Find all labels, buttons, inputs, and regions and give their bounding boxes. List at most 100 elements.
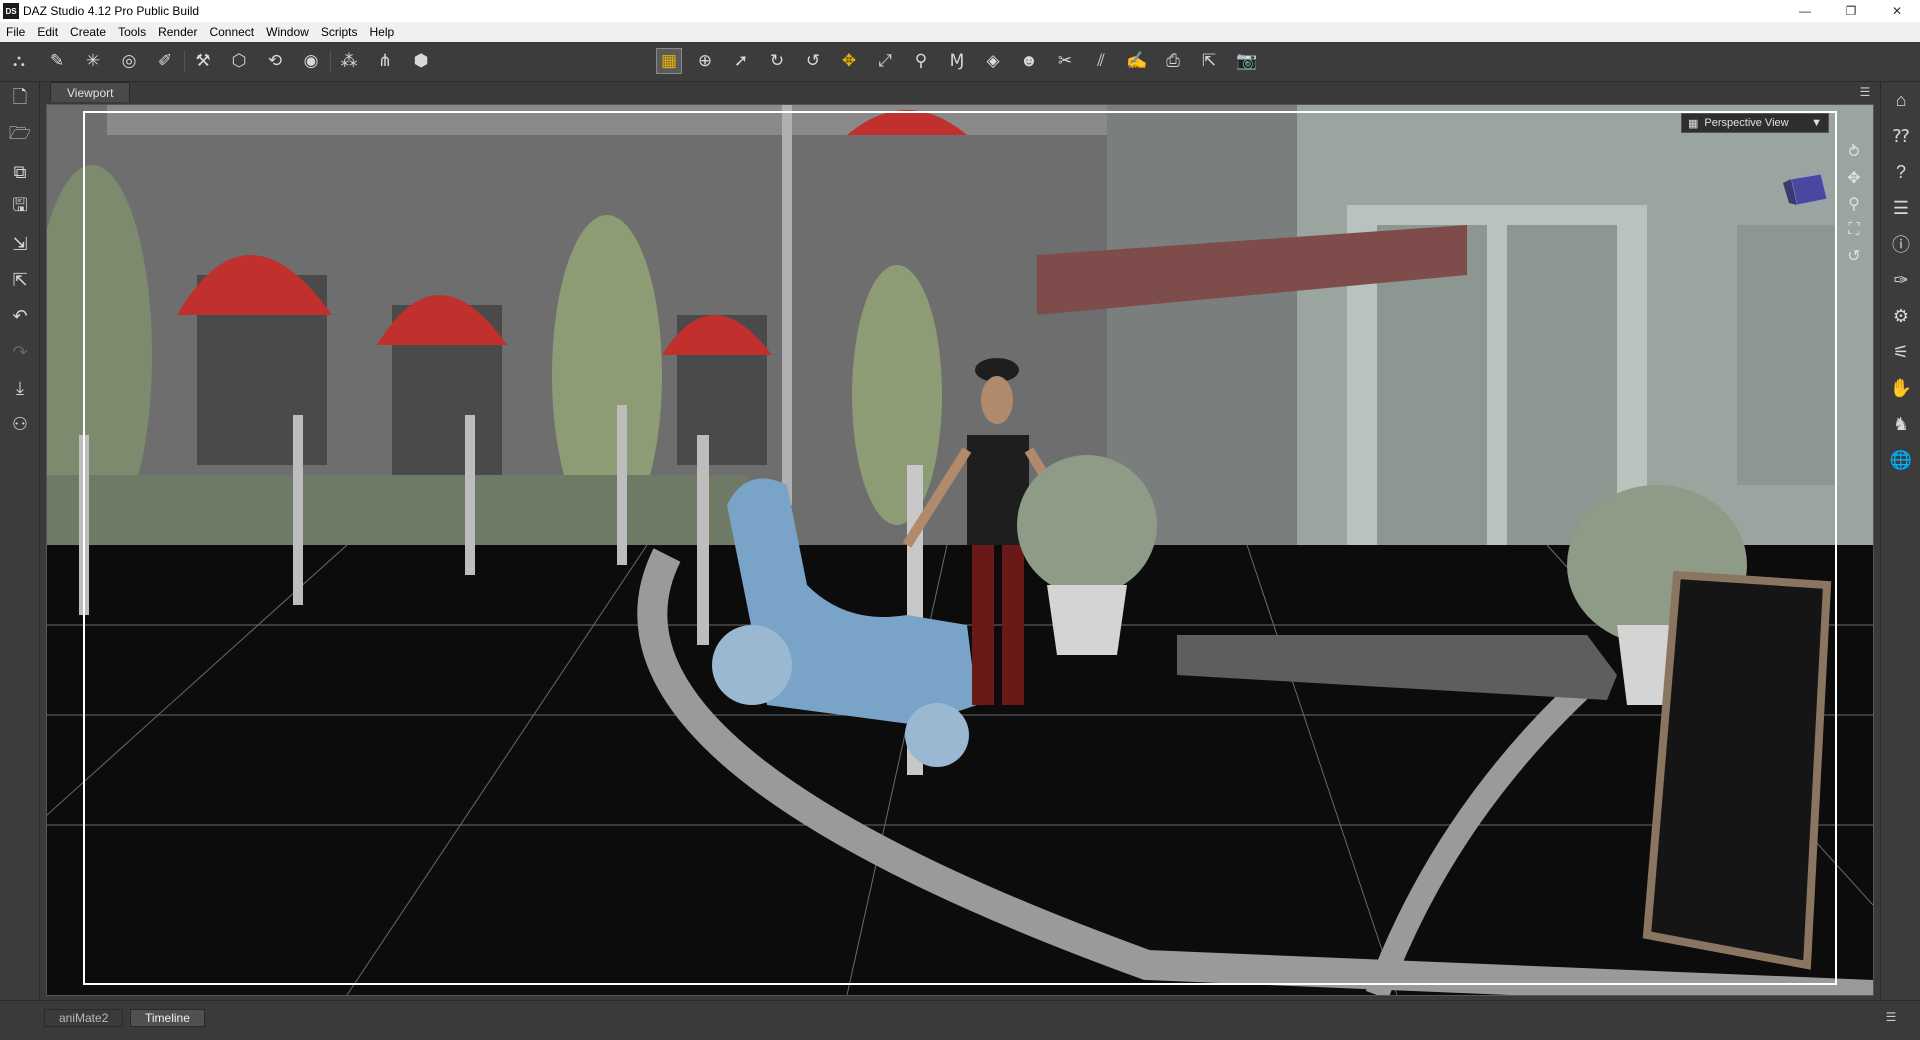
menu-scripts[interactable]: Scripts bbox=[315, 25, 364, 39]
cypress-tree bbox=[852, 265, 942, 525]
home-icon[interactable]: ⌂ bbox=[1887, 86, 1915, 114]
title-bar: DS DAZ Studio 4.12 Pro Public Build — ❐ … bbox=[0, 0, 1920, 22]
spot-tool-icon[interactable]: ⇱ bbox=[1196, 48, 1222, 74]
rotate-node-icon[interactable]: ⟲ bbox=[262, 48, 288, 74]
view-selector-dropdown[interactable]: ▦ Perspective View ▼ bbox=[1681, 113, 1829, 133]
save-icon[interactable]: 🖫 bbox=[6, 194, 34, 222]
figure-setup-icon[interactable]: ⚒ bbox=[190, 48, 216, 74]
new-scene-icon[interactable]: 🗋 bbox=[6, 86, 34, 114]
render-icon[interactable]: 📷 bbox=[1234, 48, 1260, 74]
tab-timeline[interactable]: Timeline bbox=[130, 1009, 205, 1027]
menu-file[interactable]: File bbox=[0, 25, 31, 39]
active-pose-icon[interactable]: ▦ bbox=[656, 48, 682, 74]
frame-icon[interactable]: ⛶ bbox=[1841, 217, 1867, 243]
joint-editor-tool-icon[interactable]: ⚲ bbox=[908, 48, 934, 74]
parameters-icon[interactable]: ⚟ bbox=[1887, 338, 1915, 366]
add-node-icon[interactable]: ⬡ bbox=[226, 48, 252, 74]
tab-animate2[interactable]: aniMate2 bbox=[44, 1009, 124, 1027]
window-title: DAZ Studio 4.12 Pro Public Build bbox=[23, 4, 200, 18]
sandwich-board bbox=[1642, 570, 1832, 970]
spot-render-icon[interactable]: ◉ bbox=[298, 48, 324, 74]
tool-settings-icon[interactable]: ⚙ bbox=[1887, 302, 1915, 330]
zoom-icon[interactable]: ⚲ bbox=[1841, 191, 1867, 217]
cube-icon[interactable]: ⬢ bbox=[408, 48, 434, 74]
node-weight-brush-icon[interactable]: ✍ bbox=[1124, 48, 1150, 74]
render-camera-icon[interactable]: ⎙ bbox=[1160, 48, 1186, 74]
twist-tool-icon[interactable]: ↺ bbox=[800, 48, 826, 74]
menu-edit[interactable]: Edit bbox=[31, 25, 64, 39]
menu-render[interactable]: Render bbox=[152, 25, 203, 39]
right-toolbar: ⌂ ⁇ ? ☰ ⓘ ✑ ⚙ ⚟ ✋ ♞ 🌐 bbox=[1880, 82, 1920, 1002]
bottom-pane: aniMate2 Timeline ☰ bbox=[0, 1000, 1920, 1040]
globe-icon[interactable]: 🌐 bbox=[1887, 446, 1915, 474]
surface-tool-icon[interactable]: ◈ bbox=[980, 48, 1006, 74]
joint-editor-icon[interactable]: ✳ bbox=[80, 48, 106, 74]
pose-icon[interactable]: ♞ bbox=[1887, 410, 1915, 438]
rotate-tool-icon[interactable]: ↻ bbox=[764, 48, 790, 74]
bollard bbox=[79, 435, 89, 615]
surface-selection-icon[interactable]: ✐ bbox=[152, 48, 178, 74]
bone-icon[interactable]: ⋔ bbox=[372, 48, 398, 74]
main-toolbar: ⛬ ✎ ✳ ◎ ✐ ⚒ ⬡ ⟲ ◉ ⁂ ⋔ ⬢ ▦ ⊕ ➚ ↻ ↺ ✥ ⤢ ⚲ … bbox=[0, 42, 1920, 82]
pan-icon[interactable]: ✥ bbox=[1841, 165, 1867, 191]
redo-icon[interactable]: ↷ bbox=[6, 338, 34, 366]
restore-button[interactable]: ❐ bbox=[1828, 0, 1874, 22]
daz-studio-app-icon: DS bbox=[3, 3, 19, 19]
weight-map-brush-icon[interactable]: ⫽ bbox=[1088, 48, 1114, 74]
minimize-button[interactable]: — bbox=[1782, 0, 1828, 22]
menu-bar: File Edit Create Tools Render Connect Wi… bbox=[0, 22, 1920, 42]
brush-icon[interactable]: ✑ bbox=[1887, 266, 1915, 294]
toolbar-separator bbox=[184, 50, 185, 72]
scale-tool-icon[interactable]: ⤢ bbox=[872, 48, 898, 74]
chevron-down-icon: ▼ bbox=[1811, 117, 1822, 129]
planter-pot bbox=[1047, 585, 1127, 655]
scene-icon[interactable]: ⛬ bbox=[6, 48, 32, 74]
scene-render bbox=[47, 105, 1873, 995]
node-weight-icon[interactable]: ✎ bbox=[44, 48, 70, 74]
figure-tool-icon[interactable]: ☻ bbox=[1016, 48, 1042, 74]
info-icon[interactable]: ⓘ bbox=[1887, 230, 1915, 258]
import-icon[interactable]: ⇲ bbox=[6, 230, 34, 258]
geometry-tool-icon[interactable]: Ɱ bbox=[944, 48, 970, 74]
menu-create[interactable]: Create bbox=[64, 25, 112, 39]
layout-grid-icon: ▦ bbox=[1688, 117, 1699, 130]
lamp-post bbox=[782, 105, 792, 505]
panel-menu-icon[interactable]: ☰ bbox=[1856, 84, 1874, 100]
potted-plant bbox=[1017, 455, 1157, 595]
toolbar-separator bbox=[330, 50, 331, 72]
cafe-window bbox=[1737, 225, 1837, 485]
hand-icon[interactable]: ✋ bbox=[1887, 374, 1915, 402]
region-tool-icon[interactable]: ✂ bbox=[1052, 48, 1078, 74]
viewport-pane: Viewport ☰ ▦ Perspective View ▼ ⥁ ✥ ⚲ ⛶ … bbox=[42, 82, 1878, 1000]
left-toolbar: 🗋 🗁 ⧉ 🖫 ⇲ ⇱ ↶ ↷ ⤓ ⚇ bbox=[0, 82, 40, 1002]
panel-menu-icon[interactable]: ☰ bbox=[1882, 1009, 1900, 1025]
menu-help[interactable]: Help bbox=[364, 25, 401, 39]
list-icon[interactable]: ☰ bbox=[1887, 194, 1915, 222]
node-selection-icon[interactable]: ➚ bbox=[728, 48, 754, 74]
view-cube[interactable] bbox=[1781, 169, 1831, 209]
undo-icon[interactable]: ↶ bbox=[6, 302, 34, 330]
tab-viewport[interactable]: Viewport bbox=[50, 82, 131, 102]
geometry-editor-icon[interactable]: ◎ bbox=[116, 48, 142, 74]
whats-this-icon[interactable]: ⁇ bbox=[1887, 122, 1915, 150]
merge-icon[interactable]: ⧉ bbox=[6, 158, 34, 186]
export-icon[interactable]: ⇱ bbox=[6, 266, 34, 294]
menu-connect[interactable]: Connect bbox=[203, 25, 260, 39]
help-icon[interactable]: ? bbox=[1887, 158, 1915, 186]
menu-window[interactable]: Window bbox=[260, 25, 315, 39]
reset-icon[interactable]: ↺ bbox=[1841, 243, 1867, 269]
bollard bbox=[465, 415, 475, 575]
menu-tools[interactable]: Tools bbox=[112, 25, 152, 39]
viewport-3d[interactable]: ▦ Perspective View ▼ ⥁ ✥ ⚲ ⛶ ↺ bbox=[46, 104, 1874, 996]
add-bone-icon[interactable]: ⁂ bbox=[336, 48, 362, 74]
bollard bbox=[617, 405, 627, 565]
bollard bbox=[293, 415, 303, 605]
open-icon[interactable]: 🗁 bbox=[6, 122, 34, 150]
figure-icon[interactable]: ⚇ bbox=[6, 410, 34, 438]
close-button[interactable]: ✕ bbox=[1874, 0, 1920, 22]
translate-tool-icon[interactable]: ✥ bbox=[836, 48, 862, 74]
orbit-icon[interactable]: ⥁ bbox=[1841, 139, 1867, 165]
universal-tool-icon[interactable]: ⊕ bbox=[692, 48, 718, 74]
bollard bbox=[697, 435, 709, 645]
drop-icon[interactable]: ⤓ bbox=[6, 374, 34, 402]
